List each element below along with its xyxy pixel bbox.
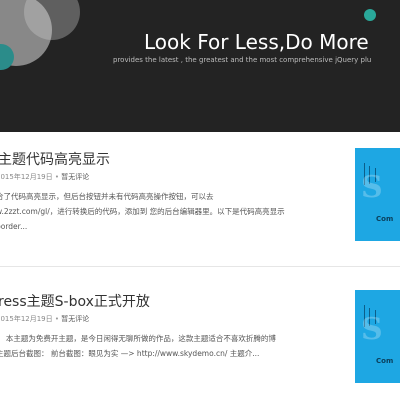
post-title-link[interactable]: ress主题S-box正式开放 <box>0 291 150 311</box>
post-divider <box>0 266 400 267</box>
post-meta: 2015年12月19日 • 暂无评论 <box>0 314 89 324</box>
comments-link[interactable]: 暂无评论 <box>61 315 89 323</box>
meta-separator: • <box>54 173 60 181</box>
excerpt-line: ： 本主题为免费开主题，是今日闲得无聊所做的作品，这款主题适合不喜欢折腾的博 <box>0 334 276 343</box>
post-date: 2015年12月19日 <box>0 315 53 323</box>
site-header: Look For Less,Do More provides the lates… <box>0 0 400 132</box>
meta-separator: • <box>54 315 60 323</box>
post-thumbnail[interactable]: S Com <box>355 290 400 383</box>
decorative-circle <box>364 9 376 21</box>
comments-link[interactable]: 暂无评论 <box>61 173 89 181</box>
post-title-link[interactable]: 主题代码高亮显示 <box>0 149 110 169</box>
post-thumbnail[interactable]: S Com <box>355 148 400 241</box>
thumbnail-text: Com <box>376 357 394 365</box>
thumbnail-text: Com <box>376 215 394 223</box>
post-excerpt: 合了代码高亮显示，但后台按钮并未有代码高亮操作按钮，可以去 w.2zzt.com… <box>0 189 342 234</box>
post-excerpt: ： 本主题为免费开主题，是今日闲得无聊所做的作品，这款主题适合不喜欢折腾的博 主… <box>0 331 342 361</box>
post-date: 2015年12月19日 <box>0 173 53 181</box>
site-subtitle: provides the latest , the greatest and t… <box>113 56 372 64</box>
post-meta: 2015年12月19日 • 暂无评论 <box>0 172 89 182</box>
excerpt-line: 主题后台截图： 前台截图：眼见为实 —> http://www.skydemo.… <box>0 349 260 358</box>
excerpt-line: border... <box>0 222 28 231</box>
excerpt-line: w.2zzt.com/gl/，进行转换后的代码，添加到 您的后台编辑器里。以下是… <box>0 207 285 216</box>
site-title[interactable]: Look For Less,Do More <box>144 30 369 54</box>
excerpt-line: 合了代码高亮显示，但后台按钮并未有代码高亮操作按钮，可以去 <box>0 192 214 201</box>
